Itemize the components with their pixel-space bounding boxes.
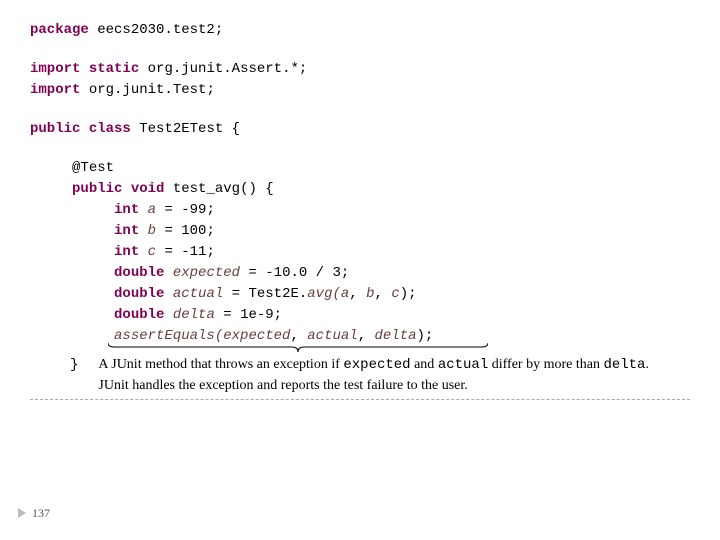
c1: , — [349, 286, 366, 302]
arg-c: c — [391, 286, 399, 302]
call-end: ); — [400, 286, 417, 302]
method-name: test_avg() { — [164, 181, 273, 197]
kw-public2: public — [72, 181, 122, 197]
at-test: @Test — [72, 160, 114, 176]
var-a: a — [148, 202, 156, 218]
kw-double2: double — [114, 286, 164, 302]
kw-double3: double — [114, 307, 164, 323]
note-p1: A JUnit method that throws an exception … — [98, 357, 343, 372]
kw-void: void — [131, 181, 165, 197]
class-name: Test2ETest { — [131, 121, 240, 137]
kw-package: package — [30, 22, 89, 38]
kw-double1: double — [114, 265, 164, 281]
var-expected: expected — [173, 265, 240, 281]
note-p2: and — [411, 357, 438, 372]
kw-int-a: int — [114, 202, 139, 218]
kw-int-b: int — [114, 223, 139, 239]
kw-static: static — [89, 61, 139, 77]
kw-int-c: int — [114, 244, 139, 260]
b-rest: = 100; — [156, 223, 215, 239]
actual-eq: = Test2E. — [223, 286, 307, 302]
package-name: eecs2030.test2; — [89, 22, 223, 38]
brace-underline — [108, 341, 488, 351]
a-rest: = -99; — [156, 202, 215, 218]
var-delta: delta — [173, 307, 215, 323]
annotation-row: } A JUnit method that throws an exceptio… — [30, 355, 690, 395]
kw-public: public — [30, 121, 80, 137]
code-block: package eecs2030.test2; — [30, 20, 690, 41]
note-tt3: delta — [603, 357, 645, 373]
kw-import: import — [30, 61, 80, 77]
page-number: 137 — [32, 504, 50, 522]
kw-import2: import — [30, 82, 80, 98]
kw-class: class — [89, 121, 131, 137]
close-brace: } — [30, 355, 98, 376]
divider — [30, 399, 690, 400]
expected-rest: = -10.0 / 3; — [240, 265, 349, 281]
var-actual: actual — [173, 286, 223, 302]
annotation-text: A JUnit method that throws an exception … — [98, 355, 690, 395]
note-tt1: expected — [343, 357, 410, 373]
note-tt2: actual — [438, 357, 488, 373]
method-body: @Test public void test_avg() { int a = -… — [30, 158, 690, 347]
class-decl: public class Test2ETest { — [30, 119, 690, 140]
imports: import static org.junit.Assert.*; import… — [30, 59, 690, 101]
delta-rest: = 1e-9; — [215, 307, 282, 323]
arg-b: b — [366, 286, 374, 302]
c2: , — [375, 286, 392, 302]
import2: org.junit.Test; — [80, 82, 214, 98]
footer: 137 — [18, 504, 50, 522]
note-p3: differ by more than — [488, 357, 603, 372]
triangle-icon — [18, 508, 26, 518]
import1: org.junit.Assert.*; — [139, 61, 307, 77]
avg-call: avg( — [307, 286, 341, 302]
c-rest: = -11; — [156, 244, 215, 260]
var-c: c — [148, 244, 156, 260]
var-b: b — [148, 223, 156, 239]
